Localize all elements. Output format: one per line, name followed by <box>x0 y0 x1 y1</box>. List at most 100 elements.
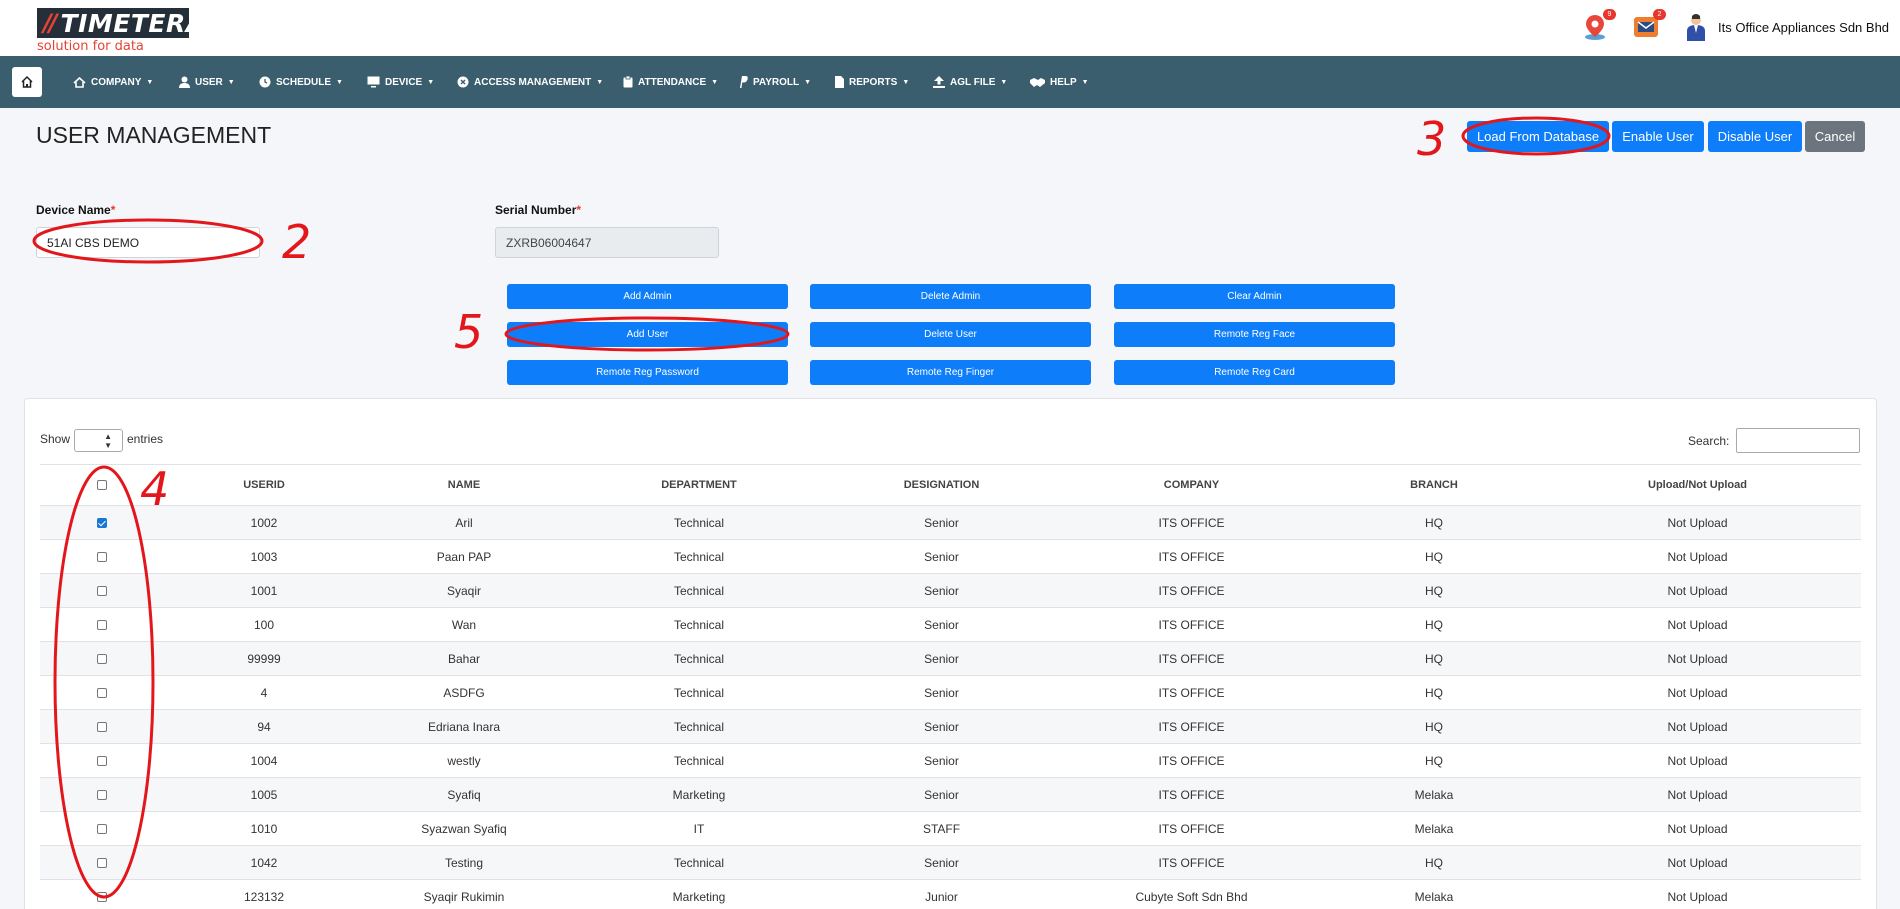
nav-payroll[interactable]: PAYROLL ▼ <box>739 56 811 108</box>
col-upload-status[interactable]: Upload/Not Upload <box>1534 464 1861 506</box>
home-button[interactable] <box>12 67 42 97</box>
nav-reports-label: REPORTS <box>849 76 898 88</box>
cell-name: Syaqir Rukimin <box>364 879 564 909</box>
cell-branch: HQ <box>1334 607 1534 642</box>
cancel-button[interactable]: Cancel <box>1805 121 1865 152</box>
table-row[interactable]: 1005 Syafiq Marketing Senior ITS OFFICE Melak… <box>40 777 1861 812</box>
nav-user[interactable]: USER ▼ <box>179 56 235 108</box>
row-checkbox[interactable] <box>97 722 107 733</box>
table-row[interactable]: 1002 Aril Technical Senior ITS OFFICE HQ Not U… <box>40 505 1861 540</box>
annotation-number-5: 5 <box>454 305 484 359</box>
row-checkbox[interactable] <box>97 824 107 835</box>
cell-company: ITS OFFICE <box>1049 845 1334 880</box>
col-name[interactable]: NAME <box>364 464 564 506</box>
table-row[interactable]: 123132 Syaqir Rukimin Marketing Junior Cubyt… <box>40 879 1861 909</box>
cell-name: Syazwan Syafiq <box>364 811 564 846</box>
remote-reg-face-button[interactable]: Remote Reg Face <box>1114 322 1395 347</box>
add-user-button[interactable]: Add User <box>507 322 788 347</box>
table-row[interactable]: 99999 Bahar Technical Senior ITS OFFICE HQ Not… <box>40 641 1861 676</box>
location-notification-icon[interactable]: 9 <box>1582 9 1616 41</box>
timetera-logo[interactable]: // TIMETERA solution for data <box>37 8 205 54</box>
delete-user-button[interactable]: Delete User <box>810 322 1091 347</box>
clock-icon <box>259 76 271 88</box>
nav-schedule-label: SCHEDULE <box>276 76 332 88</box>
cell-designation: Senior <box>834 845 1049 880</box>
remote-reg-finger-button[interactable]: Remote Reg Finger <box>810 360 1091 385</box>
nav-attendance[interactable]: ATTENDANCE ▼ <box>623 56 718 108</box>
cell-name: westly <box>364 743 564 778</box>
col-designation[interactable]: DESIGNATION <box>834 464 1049 506</box>
cell-branch: HQ <box>1334 743 1534 778</box>
row-checkbox[interactable] <box>97 790 107 801</box>
serial-number-label-text: Serial Number <box>495 203 577 217</box>
row-select-cell <box>40 777 164 812</box>
row-checkbox[interactable] <box>97 892 107 903</box>
entries-select[interactable]: ▲ ▼ <box>74 429 123 452</box>
row-checkbox[interactable] <box>97 518 107 529</box>
row-checkbox[interactable] <box>97 552 107 563</box>
load-from-database-button[interactable]: Load From Database <box>1467 121 1609 152</box>
table-row[interactable]: 1042 Testing Technical Senior ITS OFFICE HQ No… <box>40 845 1861 880</box>
nav-help[interactable]: HELP ▼ <box>1030 56 1089 108</box>
col-userid[interactable]: USERID <box>164 464 364 506</box>
remote-reg-password-button[interactable]: Remote Reg Password <box>507 360 788 385</box>
cell-upload-status: Not Upload <box>1534 675 1861 710</box>
mail-notification-icon[interactable]: 2 <box>1632 9 1666 41</box>
nav-schedule[interactable]: SCHEDULE ▼ <box>259 56 343 108</box>
cell-userid: 1005 <box>164 777 364 812</box>
clipboard-icon <box>623 76 633 88</box>
row-select-cell <box>40 811 164 846</box>
cell-department: Marketing <box>564 777 834 812</box>
cell-upload-status: Not Upload <box>1534 539 1861 574</box>
row-checkbox[interactable] <box>97 654 107 665</box>
remote-reg-card-button[interactable]: Remote Reg Card <box>1114 360 1395 385</box>
file-icon <box>835 76 844 88</box>
access-icon <box>457 76 469 88</box>
table-row[interactable]: 4 ASDFG Technical Senior ITS OFFICE HQ Not Upl… <box>40 675 1861 710</box>
enable-user-button[interactable]: Enable User <box>1612 121 1704 152</box>
row-select-cell <box>40 539 164 574</box>
table-row[interactable]: 1004 westly Technical Senior ITS OFFICE HQ Not… <box>40 743 1861 778</box>
table-row[interactable]: 1001 Syaqir Technical Senior ITS OFFICE HQ Not… <box>40 573 1861 608</box>
cell-department: IT <box>564 811 834 846</box>
nav-company[interactable]: COMPANY ▼ <box>73 56 153 108</box>
company-name[interactable]: Its Office Appliances Sdn Bhd <box>1718 20 1889 35</box>
device-name-field[interactable]: 51AI CBS DEMO <box>36 227 260 258</box>
user-avatar-icon[interactable] <box>1684 13 1708 41</box>
disable-user-button[interactable]: Disable User <box>1708 121 1802 152</box>
delete-admin-button[interactable]: Delete Admin <box>810 284 1091 309</box>
row-checkbox[interactable] <box>97 756 107 767</box>
cell-name: Syafiq <box>364 777 564 812</box>
cell-upload-status: Not Upload <box>1534 811 1861 846</box>
select-arrows-icon: ▲ ▼ <box>104 431 112 450</box>
cell-name: ASDFG <box>364 675 564 710</box>
table-row[interactable]: 1003 Paan PAP Technical Senior ITS OFFICE HQ N… <box>40 539 1861 574</box>
row-checkbox[interactable] <box>97 620 107 631</box>
add-admin-button[interactable]: Add Admin <box>507 284 788 309</box>
search-input[interactable] <box>1736 428 1860 453</box>
nav-device[interactable]: DEVICE ▼ <box>367 56 434 108</box>
clear-admin-button[interactable]: Clear Admin <box>1114 284 1395 309</box>
row-checkbox[interactable] <box>97 858 107 869</box>
handshake-icon <box>1030 77 1045 88</box>
cell-branch: HQ <box>1334 845 1534 880</box>
cell-userid: 1002 <box>164 505 364 540</box>
cell-upload-status: Not Upload <box>1534 709 1861 744</box>
nav-agl-file[interactable]: AGL FILE ▼ <box>933 56 1007 108</box>
col-company[interactable]: COMPANY <box>1049 464 1334 506</box>
table-row[interactable]: 1010 Syazwan Syafiq IT STAFF ITS OFFICE Melak… <box>40 811 1861 846</box>
table-row[interactable]: 100 Wan Technical Senior ITS OFFICE HQ Not Upl… <box>40 607 1861 642</box>
col-department[interactable]: DEPARTMENT <box>564 464 834 506</box>
cell-userid: 1042 <box>164 845 364 880</box>
cell-name: Edriana Inara <box>364 709 564 744</box>
nav-reports[interactable]: REPORTS ▼ <box>835 56 909 108</box>
select-all-checkbox[interactable] <box>97 480 107 491</box>
nav-access-management[interactable]: ACCESS MANAGEMENT ▼ <box>457 56 603 108</box>
cell-upload-status: Not Upload <box>1534 607 1861 642</box>
col-branch[interactable]: BRANCH <box>1334 464 1534 506</box>
table-row[interactable]: 94 Edriana Inara Technical Senior ITS OFFICE… <box>40 709 1861 744</box>
row-checkbox[interactable] <box>97 586 107 597</box>
row-checkbox[interactable] <box>97 688 107 699</box>
annotation-number-4: 4 <box>140 462 170 516</box>
cell-name: Bahar <box>364 641 564 676</box>
